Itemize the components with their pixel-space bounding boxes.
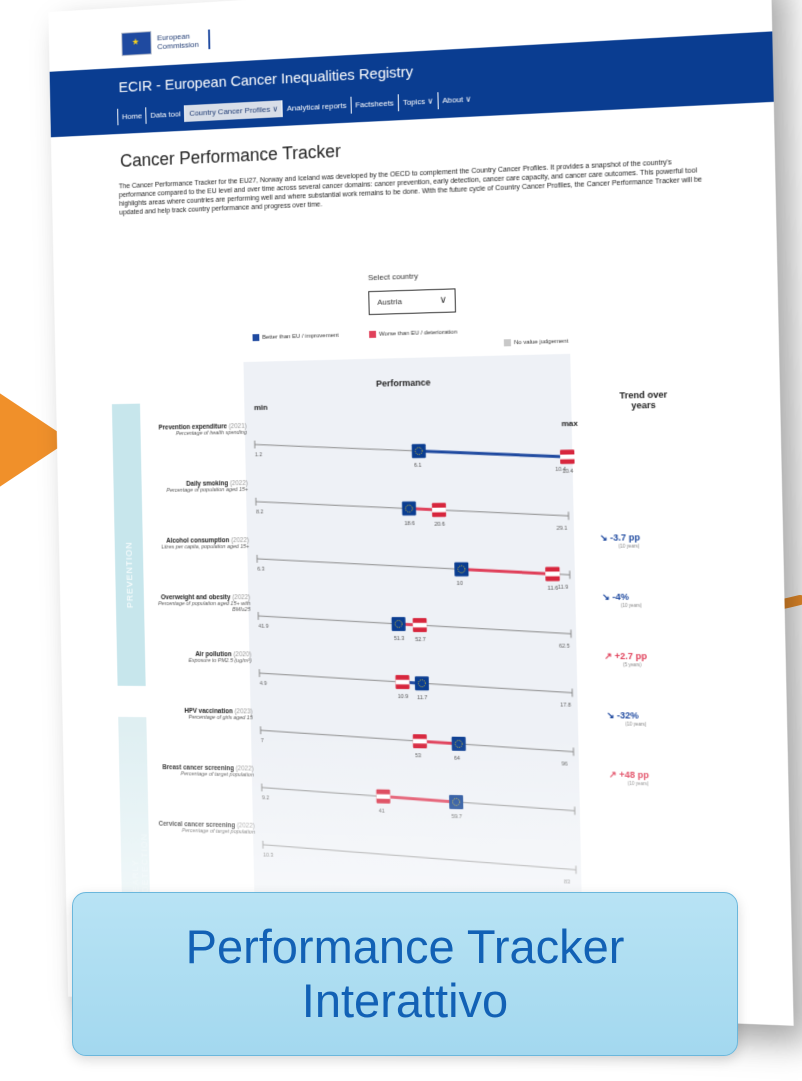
eu-value-label: 10 xyxy=(457,581,463,587)
country-flag-stripe xyxy=(376,794,391,799)
range-max-value: 11.9 xyxy=(558,585,569,591)
range-max-value: 17.8 xyxy=(560,703,571,709)
range-min-value: 8.2 xyxy=(256,509,263,515)
gap-bar xyxy=(461,569,552,574)
country-value-label: 52.7 xyxy=(415,637,426,643)
range-max-value: 96 xyxy=(561,762,567,768)
country-flag-stripe xyxy=(560,454,575,460)
tracker-page: European Commission ECIR - European Canc… xyxy=(48,0,794,1026)
range-min-value: 6.3 xyxy=(257,567,264,573)
eu-value-label: 11.7 xyxy=(417,695,427,701)
country-value-label: 11.6 xyxy=(548,586,559,592)
eu-flag-marker xyxy=(454,562,469,577)
range-min-value: 1.2 xyxy=(255,452,262,458)
eu-value-label: 18.6 xyxy=(404,520,415,526)
range-max-value: 83 xyxy=(564,880,570,886)
range-min-value: 41.9 xyxy=(258,624,268,630)
banner-line2: Interattivo xyxy=(301,974,509,1027)
country-value-label: 20.6 xyxy=(434,522,445,528)
range-max-value: 29.1 xyxy=(556,526,567,532)
country-flag-stripe xyxy=(395,679,410,685)
banner: Performance Tracker Interattivo xyxy=(72,892,738,1056)
banner-line1: Performance Tracker xyxy=(185,920,625,973)
eu-flag-marker xyxy=(414,676,429,691)
country-value-label: 10.9 xyxy=(398,694,409,700)
range-min-value: 7 xyxy=(261,738,264,744)
gap-bar xyxy=(419,449,568,459)
eu-value-label: 6.1 xyxy=(414,463,422,469)
range-min-value: 4.9 xyxy=(260,681,267,687)
eu-value-label: 51.3 xyxy=(394,636,405,642)
eu-value-label: 59.7 xyxy=(451,814,462,820)
range-min-value: 9.2 xyxy=(262,795,269,801)
range-axis xyxy=(263,845,576,870)
country-value-label: 41 xyxy=(379,808,385,814)
country-value-label: 10.4 xyxy=(562,469,573,475)
range-max-value: 62.5 xyxy=(559,644,570,650)
eu-flag-marker xyxy=(402,501,416,516)
range-min-value: 10.3 xyxy=(263,852,273,858)
eu-flag-marker xyxy=(392,616,406,632)
eu-value-label: 64 xyxy=(454,756,460,762)
country-flag-stripe xyxy=(412,738,427,744)
country-flag-stripe xyxy=(431,507,447,513)
range-axis xyxy=(255,439,568,461)
eu-flag-marker xyxy=(411,443,425,458)
eu-flag-marker xyxy=(451,736,466,752)
eu-flag-marker xyxy=(449,794,464,810)
gap-bar xyxy=(383,797,456,802)
performance-chart: 1.210.46.110.48.229.118.6 20.66.311.91011… xyxy=(48,0,793,886)
country-value-label: 53 xyxy=(415,753,421,759)
country-flag-stripe xyxy=(545,571,560,577)
country-flag-stripe xyxy=(412,622,427,628)
